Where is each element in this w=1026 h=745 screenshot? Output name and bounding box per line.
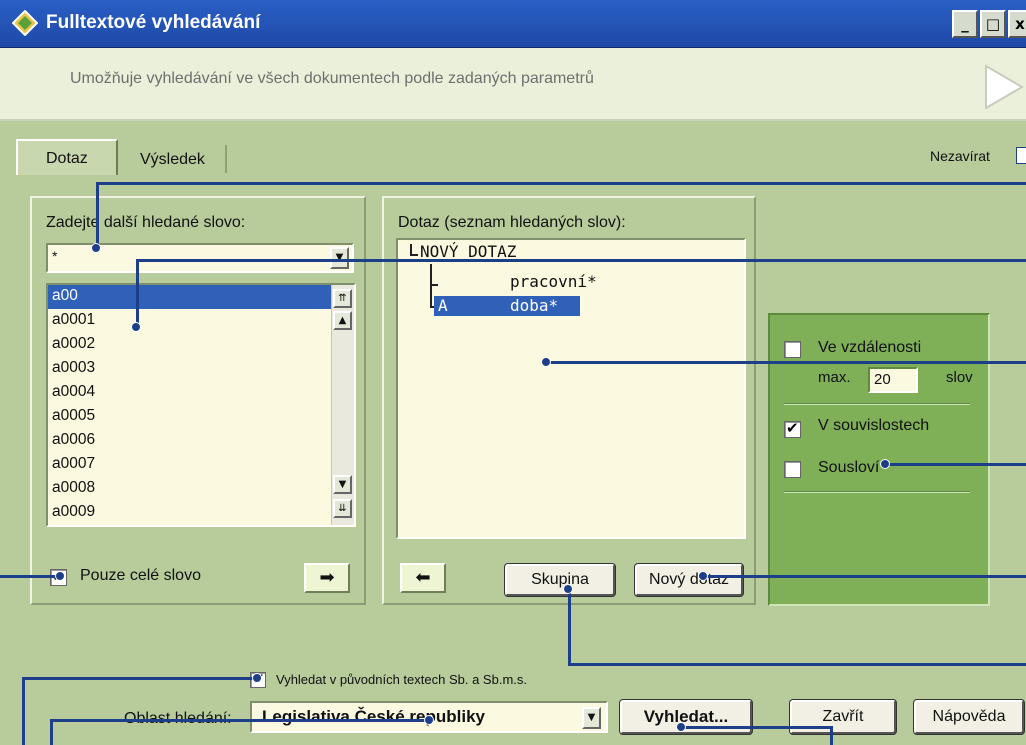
- app-icon: [12, 10, 38, 36]
- list-item[interactable]: a0003: [48, 357, 354, 381]
- arrow-right-icon: ➡: [319, 567, 335, 588]
- new-query-button[interactable]: Nový dotaz: [635, 564, 743, 596]
- words-unit-label: slov: [946, 369, 973, 386]
- scroll-top-icon[interactable]: ⇈: [333, 289, 352, 308]
- context-checkbox[interactable]: [784, 419, 801, 438]
- word-input-label: Zadejte další hledané slovo:: [46, 214, 246, 231]
- options-divider-2: [784, 491, 970, 493]
- query-operator: A: [438, 296, 448, 315]
- list-item[interactable]: a0005: [48, 405, 354, 429]
- max-label: max.: [818, 369, 851, 386]
- search-original-label: Vyhledat v původních textech Sb. a Sb.m.…: [276, 672, 527, 687]
- query-word-2: doba*: [510, 296, 559, 315]
- remove-word-button[interactable]: ⬅: [400, 563, 446, 593]
- list-item[interactable]: a0004: [48, 381, 354, 405]
- list-item[interactable]: a0009: [48, 501, 354, 525]
- list-item[interactable]: a0008: [48, 477, 354, 501]
- max-distance-input[interactable]: 20: [868, 367, 918, 393]
- list-item[interactable]: a0002: [48, 333, 354, 357]
- query-label: Dotaz (seznam hledaných slov):: [398, 214, 626, 231]
- query-word-1[interactable]: pracovní*: [510, 272, 597, 291]
- scroll-up-icon[interactable]: ▲: [333, 311, 352, 330]
- group-button[interactable]: Skupina: [505, 564, 615, 596]
- maximize-button[interactable]: □: [980, 10, 1006, 38]
- chevron-down-icon[interactable]: ▼: [582, 707, 601, 729]
- minimize-button[interactable]: _: [952, 10, 978, 38]
- scroll-bottom-icon[interactable]: ⇊: [333, 499, 352, 518]
- list-item[interactable]: a0001: [48, 309, 354, 333]
- list-item[interactable]: a0007: [48, 453, 354, 477]
- nezavirat-checkbox[interactable]: [1016, 147, 1026, 164]
- distance-checkbox[interactable]: [784, 341, 801, 358]
- window-title: Fulltextové vyhledávání: [46, 12, 261, 33]
- close-window-button[interactable]: x: [1008, 10, 1026, 38]
- banner-description: Umožňuje vyhledávání ve všech dokumentec…: [70, 70, 594, 87]
- play-icon: [985, 64, 1024, 110]
- help-button[interactable]: Nápověda: [914, 700, 1024, 734]
- list-item[interactable]: a00: [48, 285, 332, 309]
- tab-vysledek[interactable]: Výsledek: [118, 145, 227, 173]
- area-value: Legislativa České republiky: [262, 707, 485, 726]
- description-banner: Umožňuje vyhledávání ve všech dokumentec…: [0, 48, 1026, 121]
- tab-dotaz[interactable]: Dotaz: [16, 139, 118, 175]
- query-item-selected[interactable]: A doba*: [434, 296, 580, 316]
- scroll-down-icon[interactable]: ▼: [333, 475, 352, 494]
- title-bar[interactable]: Fulltextové vyhledávání _ □ x: [0, 0, 1026, 48]
- nezavirat-option[interactable]: Nezavírat: [930, 148, 990, 164]
- word-list[interactable]: a00 a0001 a0002 a0003 a0004 a0005 a0006 …: [46, 283, 356, 527]
- arrow-left-icon: ⬅: [415, 567, 431, 588]
- word-input-value: *: [52, 248, 58, 264]
- add-word-button[interactable]: ➡: [304, 563, 350, 593]
- options-divider: [784, 403, 970, 405]
- tab-bar: Dotaz Výsledek: [0, 121, 1026, 175]
- whole-word-label: Pouze celé slovo: [80, 567, 201, 584]
- chevron-down-icon[interactable]: ▼: [330, 247, 349, 269]
- phrase-label: Sousloví: [818, 459, 880, 476]
- query-tree[interactable]: NOVÝ DOTAZ pracovní* A doba*: [396, 238, 746, 539]
- nezavirat-label: Nezavírat: [930, 148, 990, 164]
- context-label: V souvislostech: [818, 417, 930, 434]
- options-panel: Ve vzdálenosti max. 20 slov V souvislost…: [768, 313, 990, 606]
- list-item[interactable]: a0006: [48, 429, 354, 453]
- phrase-checkbox[interactable]: [784, 461, 801, 478]
- distance-label: Ve vzdálenosti: [818, 339, 922, 356]
